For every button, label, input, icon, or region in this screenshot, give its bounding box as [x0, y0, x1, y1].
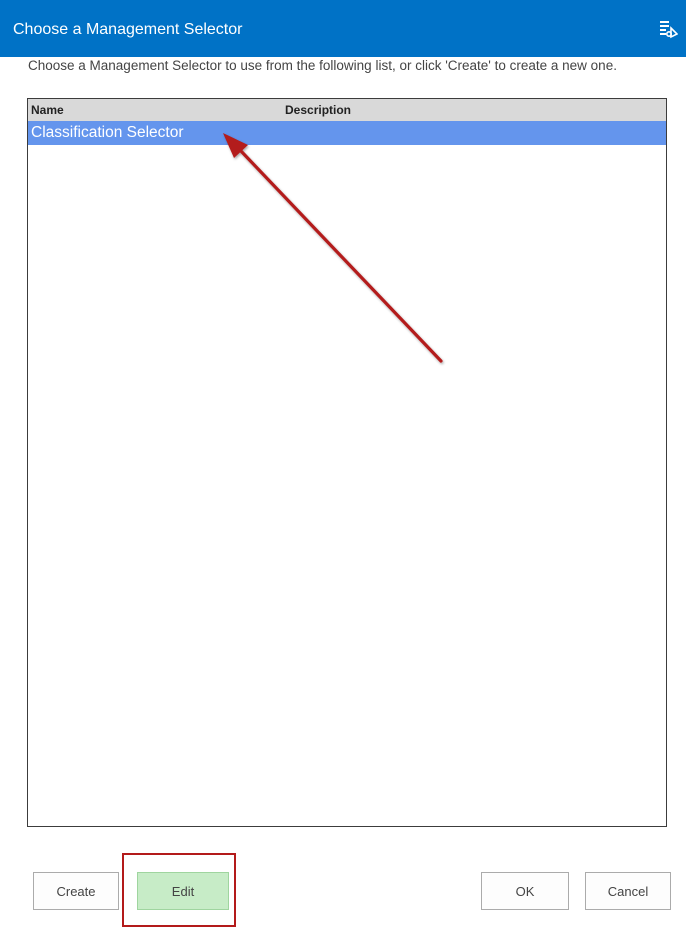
- management-selector-dialog: Choose a Management Selector Choose a Ma…: [0, 0, 686, 930]
- dialog-title: Choose a Management Selector: [13, 21, 243, 38]
- dialog-titlebar: Choose a Management Selector: [0, 0, 686, 57]
- cancel-button[interactable]: Cancel: [585, 872, 671, 910]
- row-name-cell: Classification Selector: [31, 124, 184, 141]
- column-header-name[interactable]: Name: [31, 103, 64, 117]
- selector-list-icon: [660, 21, 678, 39]
- column-header-description[interactable]: Description: [285, 103, 351, 117]
- ok-button[interactable]: OK: [481, 872, 569, 910]
- dialog-instructions: Choose a Management Selector to use from…: [28, 58, 617, 73]
- edit-button[interactable]: Edit: [137, 872, 229, 910]
- list-row-selected[interactable]: Classification Selector: [28, 121, 666, 145]
- create-button[interactable]: Create: [33, 872, 119, 910]
- list-header: Name Description: [28, 99, 666, 121]
- selector-listbox[interactable]: Name Description Classification Selector: [27, 98, 667, 827]
